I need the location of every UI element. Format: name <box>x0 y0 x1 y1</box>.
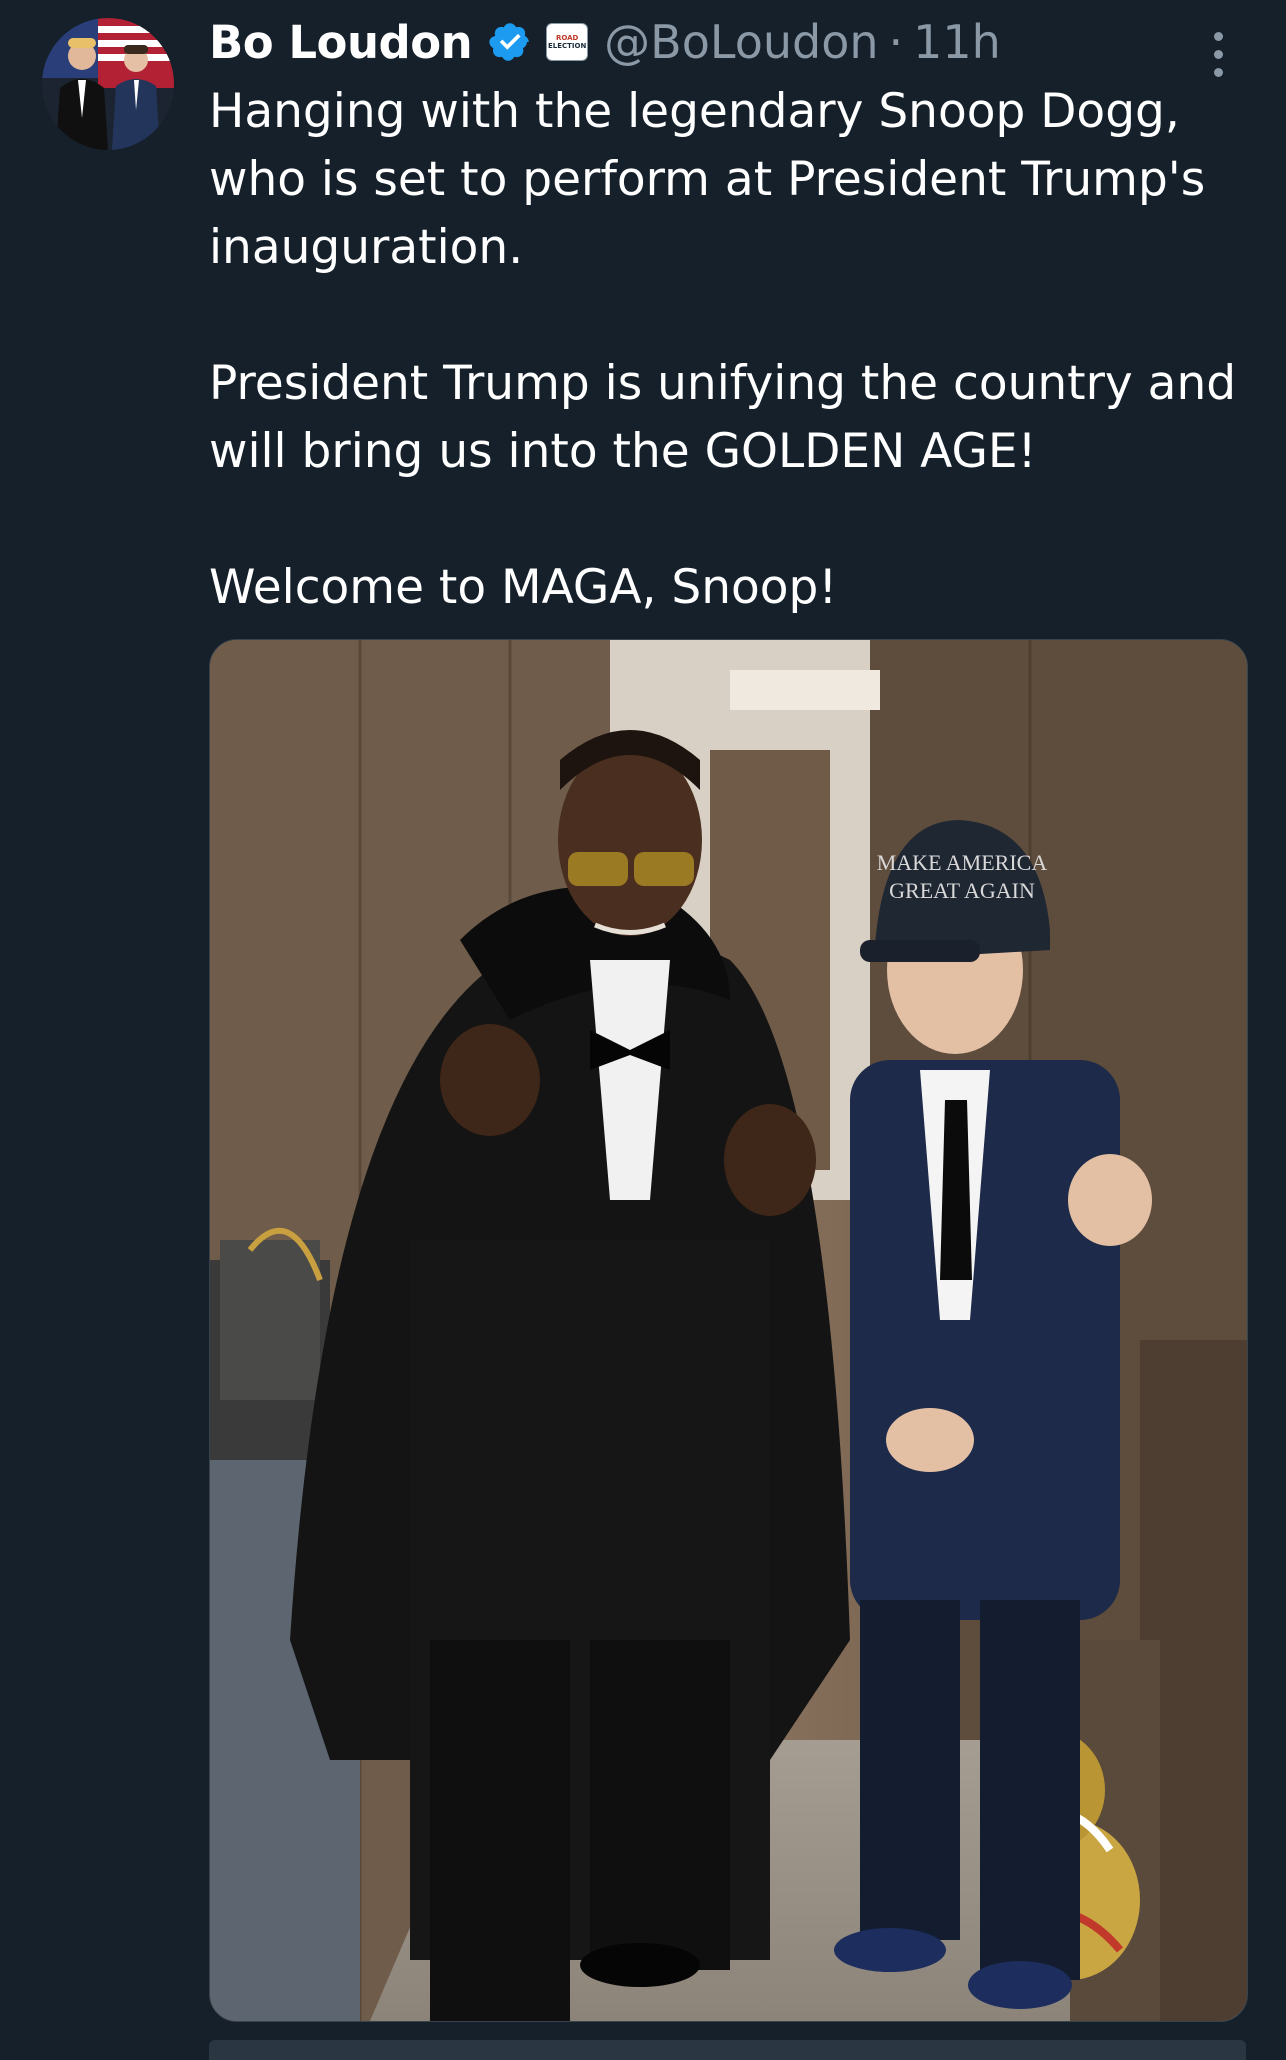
next-item-edge <box>209 2040 1246 2060</box>
tweet-text: Hanging with the legendary Snoop Dogg, w… <box>209 78 1249 622</box>
hat-text-line-2: GREAT AGAIN <box>889 878 1035 903</box>
tweet-timestamp[interactable]: 11h <box>913 15 1001 69</box>
affiliation-badge-line-1: ROAD <box>555 34 579 42</box>
photo-illustration: MAKE AMERICA GREAT AGAIN <box>210 640 1247 2021</box>
avatar-image <box>42 18 174 150</box>
author-handle[interactable]: @BoLoudon <box>604 15 878 69</box>
tweet-photo[interactable]: MAKE AMERICA GREAT AGAIN <box>209 639 1248 2022</box>
tweet-header: Bo Loudon ROAD ELECTION @BoLoudon · 11h <box>209 14 1001 70</box>
affiliation-badge-line-2: ELECTION <box>547 42 587 50</box>
avatar[interactable] <box>42 18 174 150</box>
tweet[interactable]: Bo Loudon ROAD ELECTION @BoLoudon · 11h … <box>0 0 1286 2060</box>
affiliation-badge-icon[interactable]: ROAD ELECTION <box>546 23 589 61</box>
separator-dot: · <box>888 15 904 69</box>
tweet-paragraph: President Trump is unifying the country … <box>209 356 1237 479</box>
hat-text-line-1: MAKE AMERICA <box>877 850 1048 875</box>
author-name[interactable]: Bo Loudon <box>209 16 473 69</box>
tweet-paragraph: Hanging with the legendary Snoop Dogg, w… <box>209 84 1206 275</box>
tweet-paragraph: Welcome to MAGA, Snoop! <box>209 560 838 615</box>
verified-badge-icon[interactable] <box>488 20 532 64</box>
